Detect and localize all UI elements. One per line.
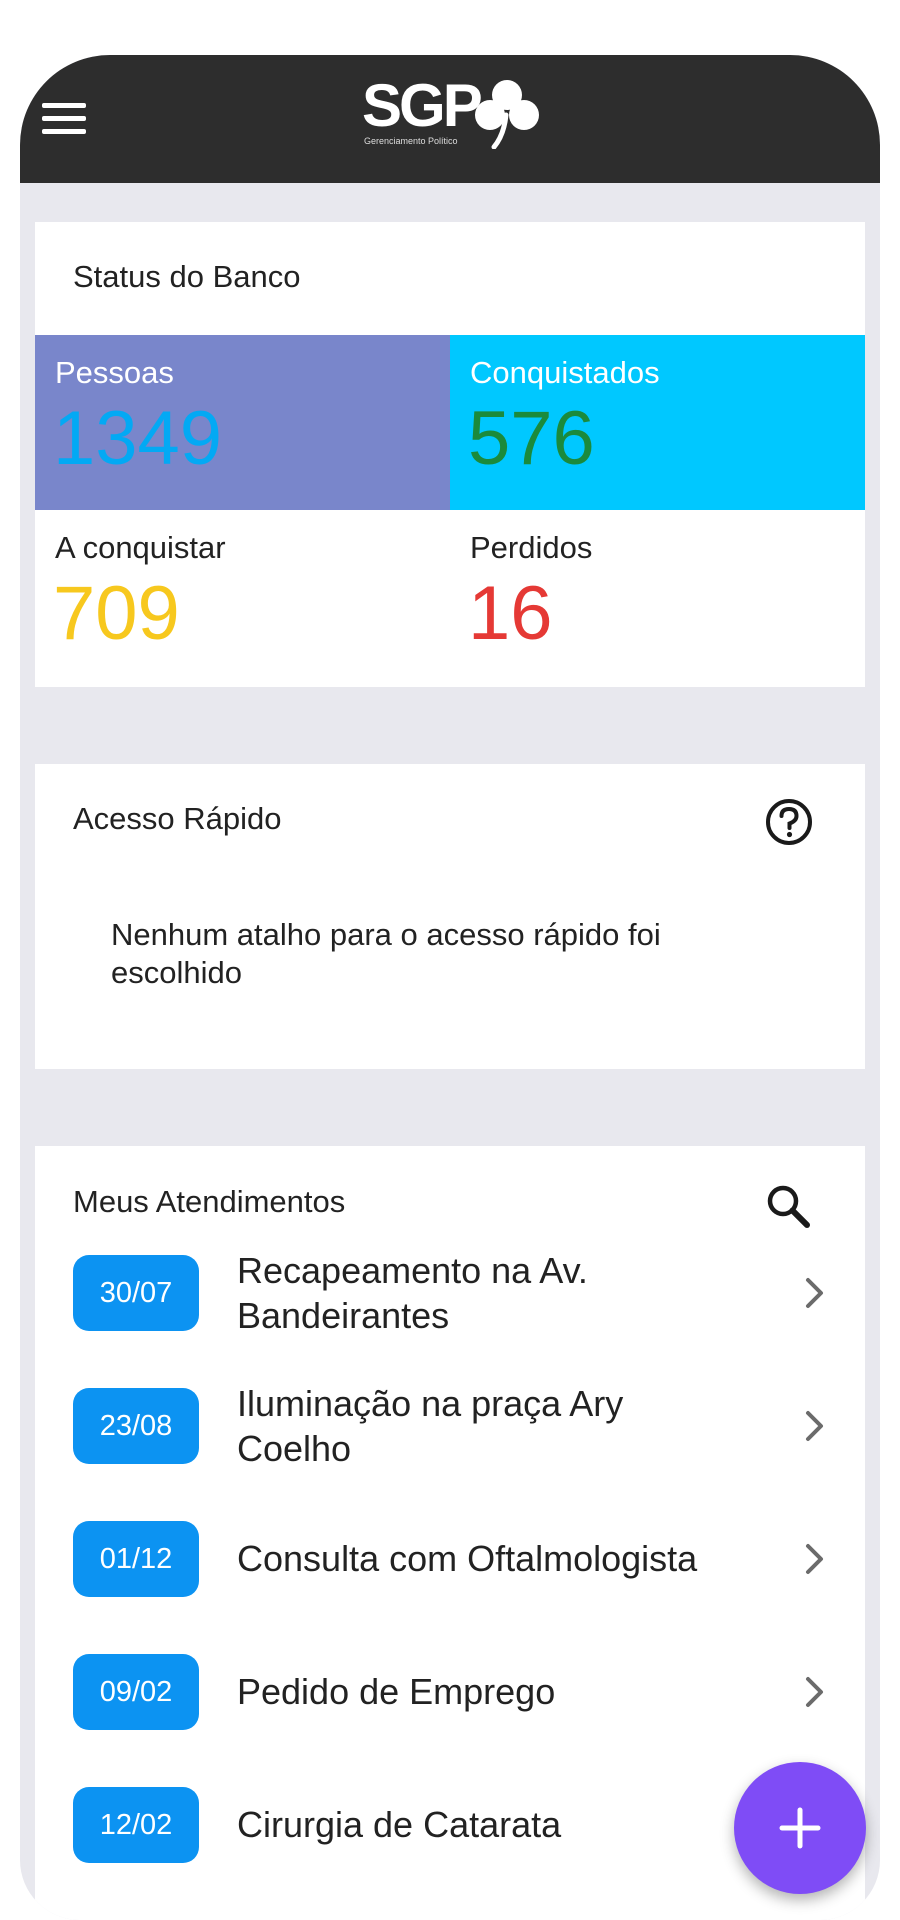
app-header: SGP Gerenciamento Político: [20, 55, 880, 183]
appointment-row[interactable]: 09/02 Pedido de Emprego: [35, 1637, 865, 1747]
stat-label: Perdidos: [470, 530, 593, 565]
stat-value: 16: [468, 571, 553, 656]
quick-access-empty-message: Nenhum atalho para o acesso rápido foi e…: [111, 917, 661, 990]
status-card: Status do Banco Pessoas 1349 Conquistado…: [35, 222, 865, 687]
stat-a-conquistar[interactable]: A conquistar 709: [35, 510, 450, 685]
appointment-title-line: Recapeamento na Av.: [237, 1250, 588, 1291]
stat-value: 576: [468, 396, 595, 481]
stat-pessoas[interactable]: Pessoas 1349: [35, 335, 450, 510]
chevron-right-icon: [806, 1544, 823, 1574]
stat-label: Pessoas: [55, 355, 174, 390]
quick-access-card: Acesso Rápido Nenhum atalho para o acess…: [35, 764, 865, 1069]
stat-perdidos[interactable]: Perdidos 16: [450, 510, 865, 685]
appointment-row[interactable]: 23/08 Iluminação na praça Ary Coelho: [35, 1371, 865, 1481]
chevron-right-icon: [806, 1677, 823, 1707]
date-badge: 09/02: [73, 1654, 199, 1730]
clover-icon: [475, 80, 539, 149]
stat-label: Conquistados: [470, 355, 660, 390]
stat-conquistados[interactable]: Conquistados 576: [450, 335, 865, 510]
stat-value: 1349: [53, 396, 223, 481]
chevron-right-icon: [806, 1278, 823, 1308]
status-title: Status do Banco: [73, 259, 301, 294]
logo-text: SGP: [362, 72, 483, 139]
appointment-title: Consulta com Oftalmologista: [237, 1538, 698, 1579]
date-badge: 30/07: [73, 1255, 199, 1331]
help-circle-icon[interactable]: [764, 797, 814, 847]
appointment-title: Pedido de Emprego: [237, 1671, 556, 1712]
date-badge: 23/08: [73, 1388, 199, 1464]
date-badge: 12/02: [73, 1787, 199, 1863]
search-icon[interactable]: [763, 1181, 813, 1231]
logo-subtitle: Gerenciamento Político: [364, 136, 458, 146]
plus-icon: [779, 1807, 821, 1849]
appointment-title: Iluminação na praça Ary Coelho: [237, 1381, 757, 1471]
add-button[interactable]: [734, 1762, 866, 1894]
stat-label: A conquistar: [55, 530, 226, 565]
stat-value: 709: [53, 571, 180, 656]
chevron-right-icon: [806, 1411, 823, 1441]
appointment-title: Cirurgia de Catarata: [237, 1804, 562, 1845]
appointment-title-line: Coelho: [237, 1428, 352, 1469]
appointment-row[interactable]: 30/07 Recapeamento na Av. Bandeirantes: [35, 1238, 865, 1348]
appointment-title-line: Bandeirantes: [237, 1295, 450, 1336]
hamburger-menu-icon[interactable]: [42, 99, 86, 139]
appointment-title-line: Iluminação na praça Ary: [237, 1383, 624, 1424]
app-logo: SGP Gerenciamento Político: [362, 72, 552, 167]
appointments-title: Meus Atendimentos: [73, 1184, 346, 1219]
appointment-title: Recapeamento na Av. Bandeirantes: [237, 1248, 757, 1338]
date-badge: 01/12: [73, 1521, 199, 1597]
quick-access-title: Acesso Rápido: [73, 801, 282, 836]
appointment-row[interactable]: 01/12 Consulta com Oftalmologista: [35, 1504, 865, 1614]
app-screen: SGP Gerenciamento Político Status do Ban…: [20, 55, 880, 1920]
